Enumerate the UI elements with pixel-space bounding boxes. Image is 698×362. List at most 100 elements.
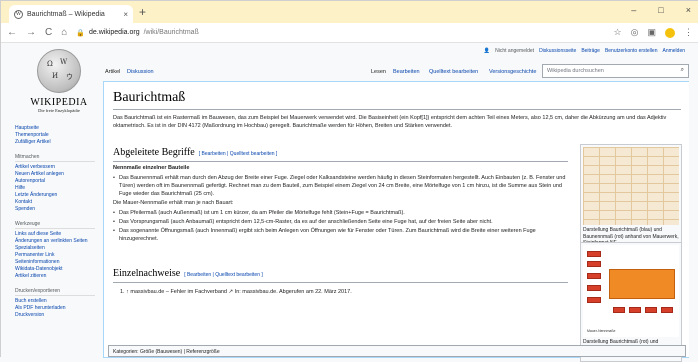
sidebar-item-zufall[interactable]: Zufälliger Artikel [15, 139, 95, 146]
sidebar-item[interactable]: Spenden [15, 206, 95, 213]
search-icon[interactable]: ⌕ [681, 67, 684, 74]
brick-diagram-image: Mauer-Nennmaße [583, 245, 679, 337]
login-link[interactable]: Anmelden [662, 48, 685, 54]
section-edit-links[interactable]: [ Bearbeiten | Quelltext bearbeiten ] [184, 272, 263, 278]
brick [587, 297, 601, 303]
brick [587, 261, 601, 267]
url-host: de.wikipedia.org [89, 29, 140, 36]
not-logged-in: Nicht angemeldet [495, 48, 535, 54]
list-item: Das Pfeilermaß (auch Außenmaß) ist um 1 … [113, 209, 568, 217]
thumbnail-wall[interactable]: Darstellung Baurichtmaß (blau) und Baune… [580, 144, 682, 250]
sidebar-heading-werkzeuge: Werkzeuge [15, 221, 95, 229]
article-content: Baurichtmaß Das Baurichtmaß ist ein Rast… [103, 81, 689, 362]
brick-wall-plan [609, 269, 675, 299]
sidebar-item[interactable]: Artikel zitieren [15, 273, 95, 280]
category-box[interactable]: Kategorien: Größe (Bauwesen) | Referenzg… [108, 345, 686, 357]
talk-link[interactable]: Diskussionsseite [539, 48, 576, 54]
section-heading-abgeleitete: Abgeleitete Begriffe [ Bearbeiten | Quell… [113, 147, 277, 158]
sidebar-item[interactable]: Seiteninformationen [15, 259, 95, 266]
close-button[interactable]: × [686, 5, 691, 15]
title-bar: W Baurichtmaß – Wikipedia × + – □ × [1, 1, 698, 23]
tab-versionen[interactable]: Versionsgeschichte [489, 69, 536, 75]
thumbnail-diagram[interactable]: Mauer-Nennmaße Darstellung Baurichtmaß (… [580, 242, 682, 362]
brick-wall-image [583, 147, 679, 225]
brick [587, 285, 601, 291]
extension-puzzle-icon[interactable]: ▣ [647, 27, 656, 38]
sidebar-item[interactable]: Kontakt [15, 199, 95, 206]
back-button[interactable]: ← [7, 27, 17, 38]
logo-wordmark: WIKIPEDIA [30, 97, 88, 108]
profile-avatar[interactable] [665, 27, 675, 38]
forward-button[interactable]: → [26, 27, 36, 38]
list-item: Das sogenannte Öffnungsmaß (auch Innenma… [113, 227, 568, 243]
brick [613, 307, 625, 313]
sidebar-item[interactable]: Autorenportal [15, 178, 95, 185]
section-title: Einzelnachweise [113, 268, 181, 279]
sidebar-item[interactable]: Änderungen an verlinkten Seiten [15, 238, 95, 245]
sidebar-item[interactable]: Wikidata-Datenobjekt [15, 266, 95, 273]
personal-tools: 👤 Nicht angemeldet Diskussionsseite Beit… [484, 48, 685, 54]
wiki-page: 👤 Nicht angemeldet Diskussionsseite Beit… [1, 43, 698, 362]
search-placeholder: Wikipedia durchsuchen [547, 68, 604, 74]
home-button[interactable]: ⌂ [61, 27, 67, 38]
maximize-button[interactable]: □ [658, 5, 663, 15]
search-input[interactable]: Wikipedia durchsuchen ⌕ [542, 64, 689, 78]
contributions-link[interactable]: Beiträge [581, 48, 600, 54]
intro-paragraph: Das Baurichtmaß ist ein Rastermaß im Bau… [113, 115, 667, 129]
minimize-button[interactable]: – [631, 5, 636, 15]
new-tab-button[interactable]: + [139, 5, 146, 19]
sidebar-item-hauptseite[interactable]: Hauptseite [15, 125, 95, 132]
page-tabs: Artikel Diskussion Lesen Bearbeiten Quel… [103, 63, 689, 81]
tab-bearbeiten[interactable]: Bearbeiten [393, 69, 420, 75]
sidebar-item[interactable]: Letzte Änderungen [15, 192, 95, 199]
title-divider [113, 109, 681, 110]
sidebar-item[interactable]: Artikel verbessern [15, 164, 95, 171]
sidebar-item[interactable]: Spezialseiten [15, 245, 95, 252]
logo-subtitle: Die freie Enzyklopädie [38, 108, 80, 113]
diagram-label: Mauer-Nennmaße [587, 329, 616, 333]
puzzle-globe-icon: ΩWИウ [37, 49, 81, 93]
brick [661, 307, 673, 313]
mauer-nennmasse-text: Die Mauer-Nennmaße erhält man je nach Ba… [113, 200, 234, 206]
section-edit-links[interactable]: [ Bearbeiten | Quelltext bearbeiten ] [199, 151, 278, 157]
tab-lesen[interactable]: Lesen [371, 69, 386, 75]
menu-icon[interactable]: ⋮ [684, 27, 693, 38]
sidebar-item[interactable]: Druckversion [15, 312, 95, 319]
list-item: Das Vorsprungsmaß (auch Anbaumaß) entspr… [113, 218, 568, 226]
sidebar-item[interactable]: Permanenter Link [15, 252, 95, 259]
tab-diskussion[interactable]: Diskussion [127, 69, 154, 75]
brick [645, 307, 657, 313]
brick [587, 273, 601, 279]
bookmark-star-icon[interactable]: ☆ [614, 27, 622, 38]
page-title: Baurichtmaß [113, 90, 186, 105]
sidebar-item[interactable]: Als PDF herunterladen [15, 305, 95, 312]
sidebar-heading-mitmachen: Mitmachen [15, 154, 95, 162]
browser-tab[interactable]: W Baurichtmaß – Wikipedia × [9, 5, 133, 23]
sidebar: Hauptseite Themenportale Zufälliger Arti… [15, 125, 95, 319]
tab-close-icon[interactable]: × [123, 10, 128, 19]
list-item: Das Baunennmaß erhält man durch den Abzu… [113, 174, 568, 198]
tab-quelltext[interactable]: Quelltext bearbeiten [429, 69, 478, 75]
sidebar-item[interactable]: Hilfe [15, 185, 95, 192]
sidebar-item-themenportale[interactable]: Themenportale [15, 132, 95, 139]
browser-window: W Baurichtmaß – Wikipedia × + – □ × ← → … [0, 0, 698, 362]
reference-item[interactable]: 1. ↑ massivbau.de – Fehler im Fachverban… [120, 289, 352, 295]
create-account-link[interactable]: Benutzerkonto erstellen [605, 48, 658, 54]
toolbar-extensions: ☆ ◎ ▣ ⋮ [614, 27, 693, 38]
section-divider [113, 282, 568, 283]
address-bar[interactable]: 🔒 de.wikipedia.org/wiki/Baurichtmaß [76, 29, 604, 37]
sidebar-item[interactable]: Neuen Artikel anlegen [15, 171, 95, 178]
wikipedia-logo[interactable]: ΩWИウ WIKIPEDIA Die freie Enzyklopädie [19, 49, 99, 125]
section-divider [113, 161, 568, 162]
sidebar-item[interactable]: Buch erstellen [15, 298, 95, 305]
reload-button[interactable]: C [45, 27, 52, 38]
sidebar-heading-drucken: Drucken/exportieren [15, 288, 95, 296]
url-path: /wiki/Baurichtmaß [143, 29, 199, 36]
extension-icon[interactable]: ◎ [631, 27, 639, 38]
lock-icon: 🔒 [76, 29, 85, 37]
brick [629, 307, 641, 313]
section-heading-einzelnachweise: Einzelnachweise[ Bearbeiten | Quelltext … [113, 268, 263, 279]
subheading-nennmasse: Nennmaße einzelner Bauteile [113, 165, 190, 171]
tab-artikel[interactable]: Artikel [105, 69, 120, 75]
sidebar-item[interactable]: Links auf diese Seite [15, 231, 95, 238]
